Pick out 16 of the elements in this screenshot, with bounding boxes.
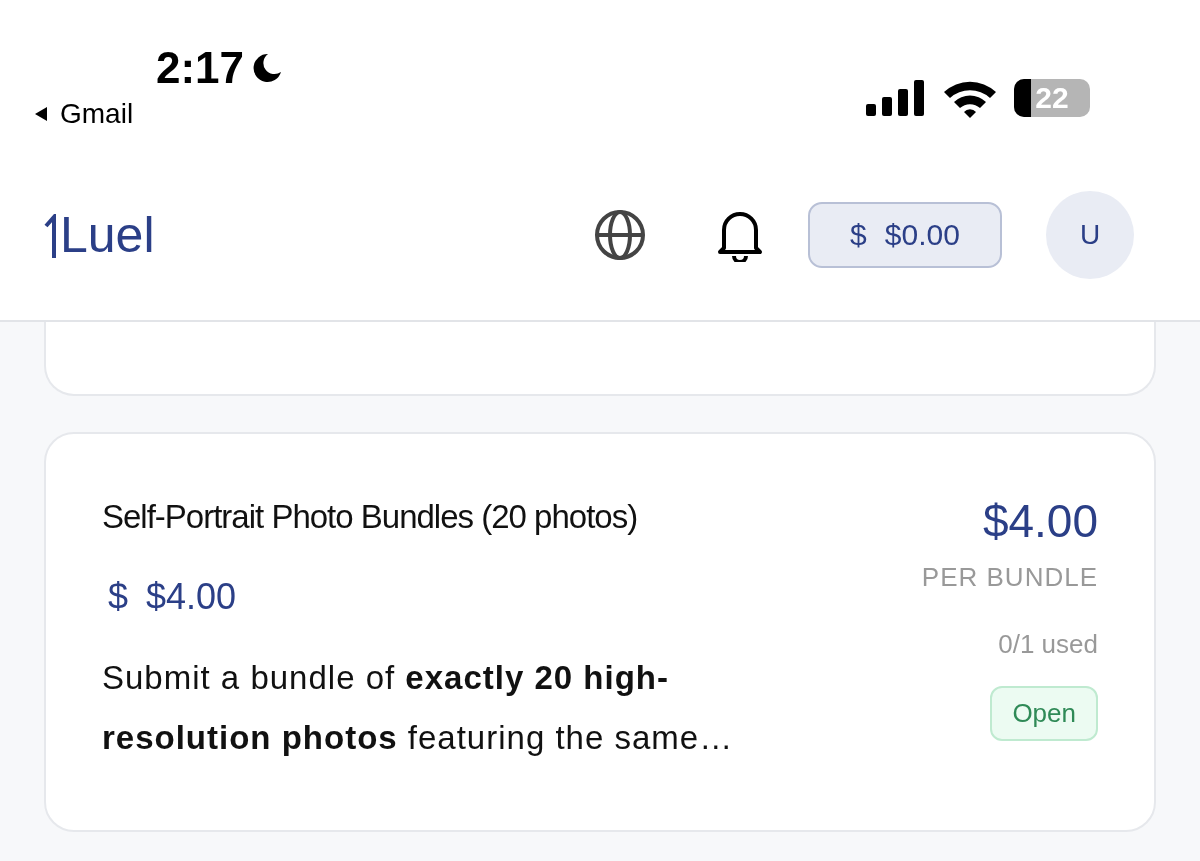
price-unit: PER BUNDLE [921, 562, 1098, 593]
status-badge: Open [990, 686, 1098, 741]
back-link[interactable]: Gmail [32, 98, 134, 130]
logo[interactable]: Luel [44, 210, 155, 260]
signal-icon [866, 80, 926, 116]
globe-icon[interactable] [594, 209, 646, 261]
price-amount: $4.00 [982, 494, 1098, 548]
listing-card[interactable]: Self-Portrait Photo Bundles (20 photos) $ $4.00 Submit a bundle of exactly 20 high-resolution photos featuring the same… $4.00 PER BUNDLE 0/1 used Open [44, 432, 1156, 832]
avatar-button[interactable]: U [1046, 191, 1134, 279]
battery-indicator: 22 [1014, 79, 1090, 117]
listing-title: Self-Portrait Photo Bundles (20 photos) [102, 498, 639, 536]
clock-time: 2:17 [156, 44, 245, 92]
balance-button[interactable]: $ $0.00 [808, 202, 1002, 268]
listing-description: Submit a bundle of exactly 20 high-resolution photos featuring the same… [102, 658, 735, 758]
listing-price: $ $4.00 [107, 576, 238, 618]
usage-count: 0/1 used [998, 629, 1098, 660]
